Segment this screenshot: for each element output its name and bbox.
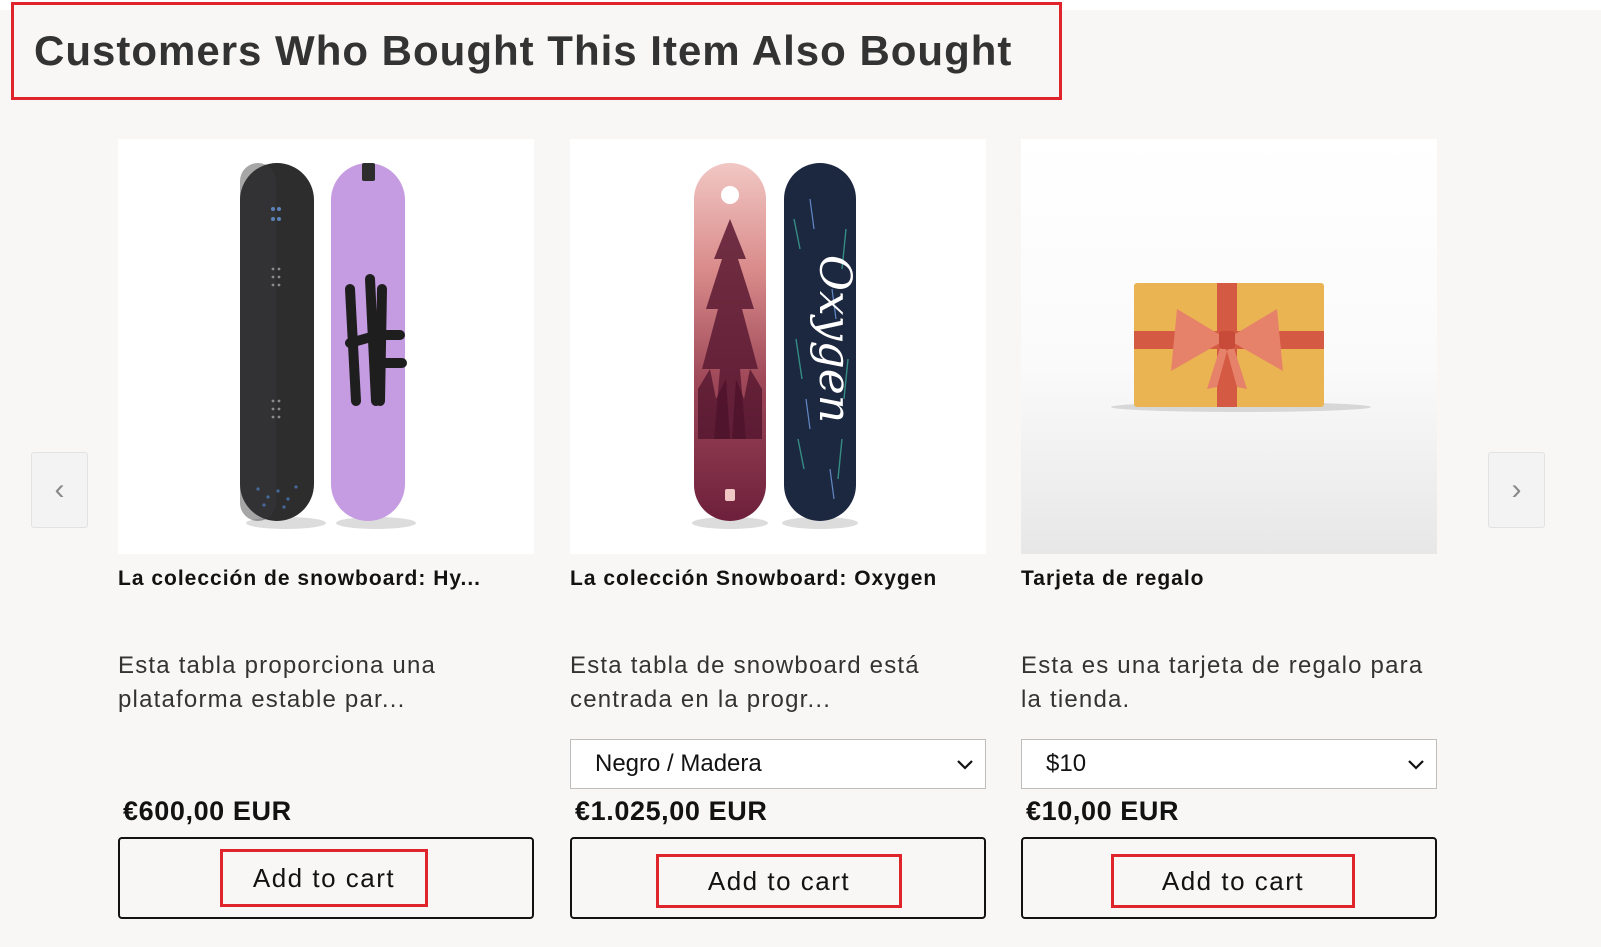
variant-select-value: Negro / Madera (595, 750, 762, 777)
add-to-cart-button[interactable]: Add to cart (1021, 837, 1437, 919)
product-title[interactable]: La colección de snowboard: Hy... (118, 567, 534, 591)
add-to-cart-button[interactable]: Add to cart (570, 837, 986, 919)
add-to-cart-button[interactable]: Add to cart (118, 837, 534, 919)
variant-select-value: $10 (1046, 750, 1087, 777)
chevron-left-icon: ‹ (54, 473, 65, 506)
snowboard-pair-icon: Oxygen (692, 163, 860, 529)
carousel-prev-button[interactable]: ‹ (31, 452, 88, 528)
product-card: Tarjeta de regalo Esta es una tarjeta de… (1021, 139, 1437, 919)
product-price: €10,00 EUR (1026, 796, 1180, 826)
carousel-next-button[interactable]: › (1488, 452, 1545, 528)
product-image[interactable]: Oxygen (570, 139, 986, 554)
product-card: La colección de snowboard: Hy... Esta ta… (118, 139, 534, 919)
add-to-cart-label: Add to cart (656, 854, 902, 908)
product-title[interactable]: La colección Snowboard: Oxygen (570, 567, 986, 591)
product-image[interactable] (1021, 139, 1437, 554)
gift-card-icon (1111, 283, 1371, 412)
variant-select[interactable]: Negro / Madera (570, 739, 986, 789)
product-description: Esta tabla proporciona una plataforma es… (118, 652, 437, 713)
product-title[interactable]: Tarjeta de regalo (1021, 567, 1437, 591)
product-description: Esta tabla de snowboard está centrada en… (570, 652, 920, 713)
add-to-cart-label: Add to cart (220, 849, 428, 907)
add-to-cart-label: Add to cart (1111, 854, 1355, 908)
product-price: €600,00 EUR (123, 796, 292, 826)
product-card: Oxygen La colección Snowboard: Oxygen Es… (570, 139, 986, 919)
variant-select[interactable]: $10 (1021, 739, 1437, 789)
snowboard-pair-icon (240, 163, 416, 529)
product-price: €1.025,00 EUR (575, 796, 768, 826)
chevron-right-icon: › (1511, 473, 1522, 506)
heading-highlight-box: Customers Who Bought This Item Also Boug… (11, 2, 1062, 100)
oxygen-board-art: Oxygen (809, 255, 860, 423)
product-image[interactable] (118, 139, 534, 554)
chevron-down-icon (1408, 760, 1424, 770)
product-description: Esta es una tarjeta de regalo para la ti… (1021, 652, 1424, 713)
chevron-down-icon (957, 760, 973, 770)
section-heading: Customers Who Bought This Item Also Boug… (34, 27, 1013, 74)
